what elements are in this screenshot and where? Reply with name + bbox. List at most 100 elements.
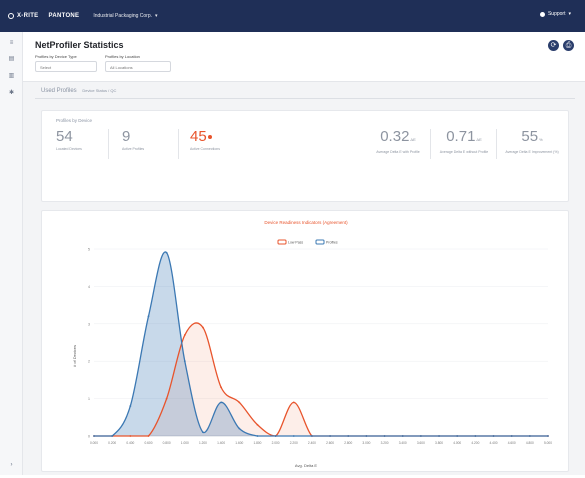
chart-card: Device Readiness Indicators (Agreement) … [41,210,569,472]
filter-device-label: Profiles by Device Type [35,54,77,59]
stat-active-profiles: 9 Active Profiles [122,129,145,152]
filter-location-select[interactable]: All Locations [105,61,171,72]
stat-label: Active Profiles [122,147,145,151]
expand-icon[interactable]: › [8,462,15,468]
stat-unit: ΔE [476,137,482,142]
stat-delta-improvement: 55% Average Delta E Improvement (%) [504,128,560,155]
data-point [147,435,150,437]
workspace-label: Industrial Packaging Corp. [93,13,153,19]
stat-value: 45 [190,128,207,145]
legend-swatch [315,239,325,245]
legend-label: Low Pass [288,241,303,245]
user-name: Support [547,11,566,17]
x-tick-label: 2.200 [290,441,298,445]
data-point [165,397,168,400]
y-axis-label: # of Devices [72,345,77,367]
chart-plot [93,251,549,437]
data-point [292,401,295,404]
chart-legend[interactable]: Low Pass Profiles [277,239,338,245]
stat-unit: ΔE [410,137,416,142]
sidebar: ≡ ▤ ▥ ✱ › [0,32,23,475]
x-tick-label: 2.400 [308,441,316,445]
page-title: NetProfiler Statistics [35,40,124,50]
x-tick-label: 0.800 [163,441,171,445]
x-tick-label: 1.000 [181,441,189,445]
x-tick-label: 0.000 [90,441,98,445]
breadcrumb: Used Profiles Device Status / QC [41,88,116,94]
x-tick-label: 2.800 [344,441,352,445]
data-point [311,435,313,437]
x-tick-label: 4.800 [526,441,534,445]
data-point [147,315,150,318]
filter-device-value: Select [40,65,52,70]
x-tick-label: 1.400 [217,441,225,445]
y-tick-label: 2 [88,360,90,364]
data-point [238,427,241,430]
divider [430,129,431,159]
data-point [438,435,440,437]
document-icon[interactable]: ▤ [8,56,15,62]
menu-icon[interactable]: ≡ [8,40,15,46]
data-point [183,334,186,336]
user-icon [539,11,545,17]
data-point [129,435,132,437]
data-point [256,423,259,426]
stat-label: Average Delta E Improvement (%) [505,150,559,154]
stat-label: Average Delta E with Profile [376,150,420,154]
data-point [383,435,386,437]
x-tick-label: 1.800 [253,441,261,445]
stat-value: 0.71 [446,128,476,145]
stat-label: Located Devices [56,147,82,151]
data-point [183,360,186,363]
x-tick-label: 1.200 [199,441,207,445]
data-point [220,401,223,404]
data-point [165,251,168,254]
refresh-icon[interactable]: ⟳ [548,40,559,51]
logo-icon [8,13,14,19]
data-point [401,435,404,437]
y-tick-label: 0 [88,435,90,439]
print-icon[interactable]: ⎙ [563,40,574,51]
stat-value: 55 [521,128,539,145]
breadcrumb-title[interactable]: Used Profiles [41,88,77,94]
x-tick-label: 3.400 [399,441,407,445]
y-tick-label: 3 [88,322,90,326]
filter-location-label: Profiles by Location [105,54,140,59]
alert-dot-icon [207,135,212,140]
workspace-selector[interactable]: Industrial Packaging Corp. ▾ [93,13,157,19]
data-point [492,435,495,437]
data-point [510,435,513,437]
brand-name: X-RITE [17,13,39,19]
stat-label: Active Connections [190,147,220,151]
x-tick-label: 3.800 [435,441,443,445]
chart-title: Device Readiness Indicators (Agreement) [264,220,348,225]
divider [108,129,109,159]
chart-icon[interactable]: ▥ [8,73,15,79]
data-point [238,401,241,404]
x-tick-label: 4.000 [453,441,461,445]
data-point [202,431,204,434]
data-point [329,435,331,437]
data-point [347,435,350,437]
stat-delta-with-profile: 0.32ΔE Average Delta E with Profile [372,128,424,155]
top-bar: X-RITE PANTONE Industrial Packaging Corp… [0,0,585,32]
gear-icon[interactable]: ✱ [8,90,15,96]
user-menu[interactable]: Support ▾ [539,11,571,17]
data-point [365,435,368,437]
data-point [129,405,132,407]
data-point [202,326,204,329]
x-tick-label: 4.600 [508,441,516,445]
data-point [456,435,459,437]
x-tick-label: 0.400 [126,441,134,445]
stat-label: Average Delta E without Profile [439,150,489,154]
x-tick-label: 2.000 [272,441,280,445]
x-tick-label: 0.200 [108,441,116,445]
breadcrumb-subtitle: Device Status / QC [82,88,117,93]
filter-device-select[interactable]: Select [35,61,97,72]
brand[interactable]: X-RITE PANTONE [8,13,79,19]
data-point [220,386,223,389]
x-tick-label: 1.600 [235,441,243,445]
stat-value: 0.32 [380,128,410,145]
divider [496,129,497,159]
x-tick-label: 4.200 [471,441,479,445]
